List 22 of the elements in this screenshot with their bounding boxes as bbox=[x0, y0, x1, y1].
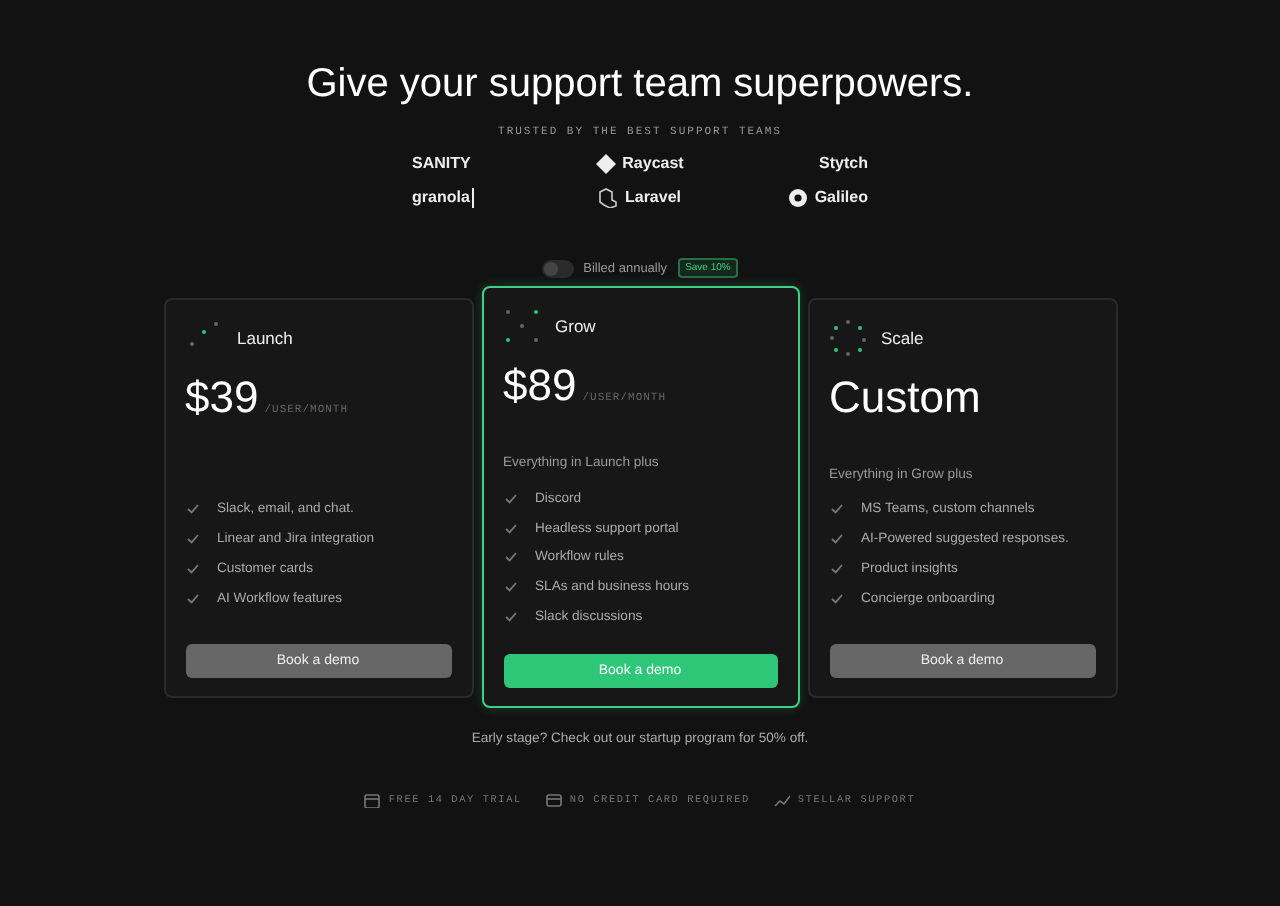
plan-price: Custom bbox=[829, 371, 981, 423]
diamond-icon bbox=[596, 153, 617, 173]
customer-logo: Stytch bbox=[819, 154, 868, 172]
calendar-icon bbox=[364, 792, 381, 808]
customer-logo: Galileo bbox=[814, 188, 868, 206]
trend-icon bbox=[773, 792, 790, 808]
customer-logo: Laravel bbox=[624, 188, 682, 206]
plan-name: Grow bbox=[555, 316, 596, 336]
plan-name: Launch bbox=[237, 327, 293, 347]
customer-logo: granola bbox=[412, 188, 470, 206]
circle-icon bbox=[788, 187, 809, 207]
customer-logo: SANITY bbox=[412, 154, 471, 172]
plan-price: $89 bbox=[503, 360, 577, 412]
customer-logo: Raycast bbox=[622, 154, 684, 172]
cursor-icon bbox=[471, 187, 474, 207]
billing-toggle[interactable] bbox=[541, 259, 574, 277]
credit-card-icon bbox=[545, 792, 562, 808]
plan-name: Scale bbox=[881, 327, 924, 347]
dots-icon bbox=[829, 319, 865, 355]
dots-icon bbox=[503, 308, 539, 344]
plan-price: $39 bbox=[185, 371, 259, 423]
headline: Give your support team superpowers. bbox=[306, 62, 974, 110]
